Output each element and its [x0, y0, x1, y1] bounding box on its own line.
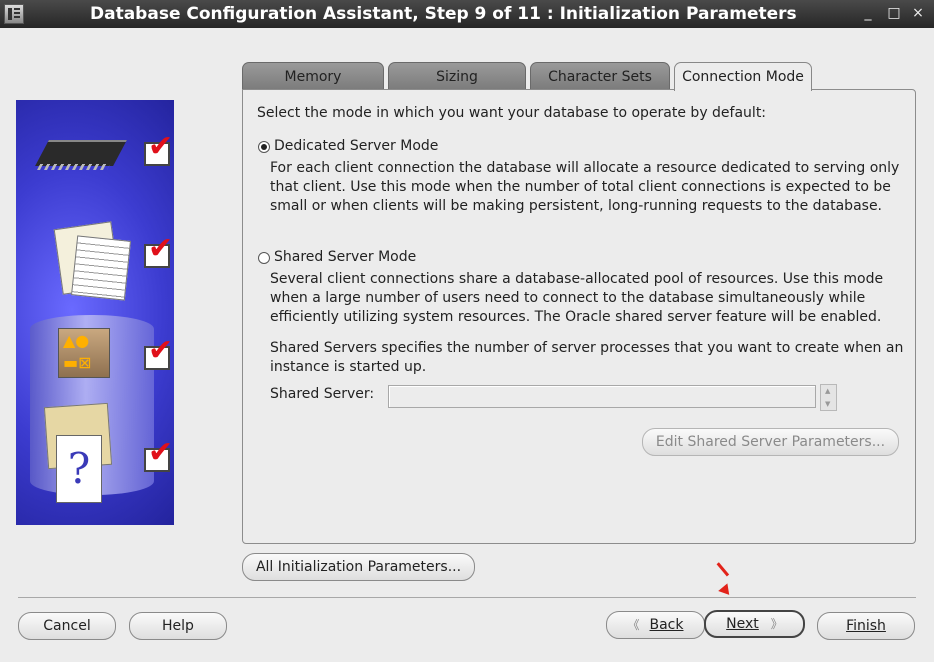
shared-server-input[interactable]	[388, 385, 816, 408]
app-icon[interactable]	[4, 4, 24, 24]
shapes-icon	[58, 328, 110, 378]
maximize-button[interactable]: □	[886, 5, 902, 21]
window-title: Database Configuration Assistant, Step 9…	[90, 4, 797, 24]
close-button[interactable]: ×	[910, 5, 926, 21]
next-arrow-icon: 》	[770, 617, 783, 631]
next-button-label: Next	[726, 616, 759, 632]
step-check-icon: ✔	[144, 438, 173, 472]
tab-memory[interactable]: Memory	[242, 62, 384, 89]
back-button[interactable]: 《 Back	[606, 611, 705, 639]
shared-server-field-label: Shared Server:	[270, 386, 375, 402]
cancel-button[interactable]: Cancel	[18, 612, 116, 640]
all-initialization-parameters-button[interactable]: All Initialization Parameters...	[242, 553, 475, 581]
step-check-icon: ✔	[144, 336, 173, 370]
tab-connection-mode[interactable]: Connection Mode	[674, 62, 812, 91]
dedicated-server-description: For each client connection the database …	[270, 160, 900, 214]
minimize-button[interactable]: _	[860, 5, 876, 21]
footer-separator	[18, 597, 916, 598]
shared-server-spinner[interactable]: ▲ ▼	[820, 384, 837, 411]
document-page-icon	[71, 235, 131, 301]
help-document-icon: ?	[56, 435, 102, 503]
spinner-down-icon[interactable]: ▼	[825, 400, 830, 408]
shared-servers-note: Shared Servers specifies the number of s…	[270, 340, 904, 375]
spinner-up-icon[interactable]: ▲	[825, 387, 830, 395]
back-arrow-icon: 《	[627, 618, 640, 632]
title-bar: Database Configuration Assistant, Step 9…	[0, 0, 934, 28]
shared-server-label[interactable]: Shared Server Mode	[274, 249, 416, 265]
shared-server-radio[interactable]	[258, 252, 270, 264]
step-check-icon: ✔	[144, 234, 173, 268]
memory-chip-icon	[35, 140, 127, 166]
dedicated-server-label[interactable]: Dedicated Server Mode	[274, 138, 438, 154]
back-button-label: Back	[649, 617, 684, 633]
finish-button-label: Finish	[846, 618, 886, 634]
next-button[interactable]: Next 》	[704, 610, 805, 638]
shared-server-description: Several client connections share a datab…	[270, 271, 884, 325]
intro-text: Select the mode in which you want your d…	[257, 105, 767, 121]
tab-sizing[interactable]: Sizing	[388, 62, 526, 89]
edit-shared-server-parameters-button[interactable]: Edit Shared Server Parameters...	[642, 428, 899, 456]
help-button[interactable]: Help	[129, 612, 227, 640]
wizard-illustration: ? ✔ ✔ ✔ ✔	[16, 100, 174, 525]
finish-button[interactable]: Finish	[817, 612, 915, 640]
step-check-icon: ✔	[144, 132, 173, 166]
tab-character-sets[interactable]: Character Sets	[530, 62, 670, 89]
dedicated-server-radio[interactable]	[258, 141, 270, 153]
